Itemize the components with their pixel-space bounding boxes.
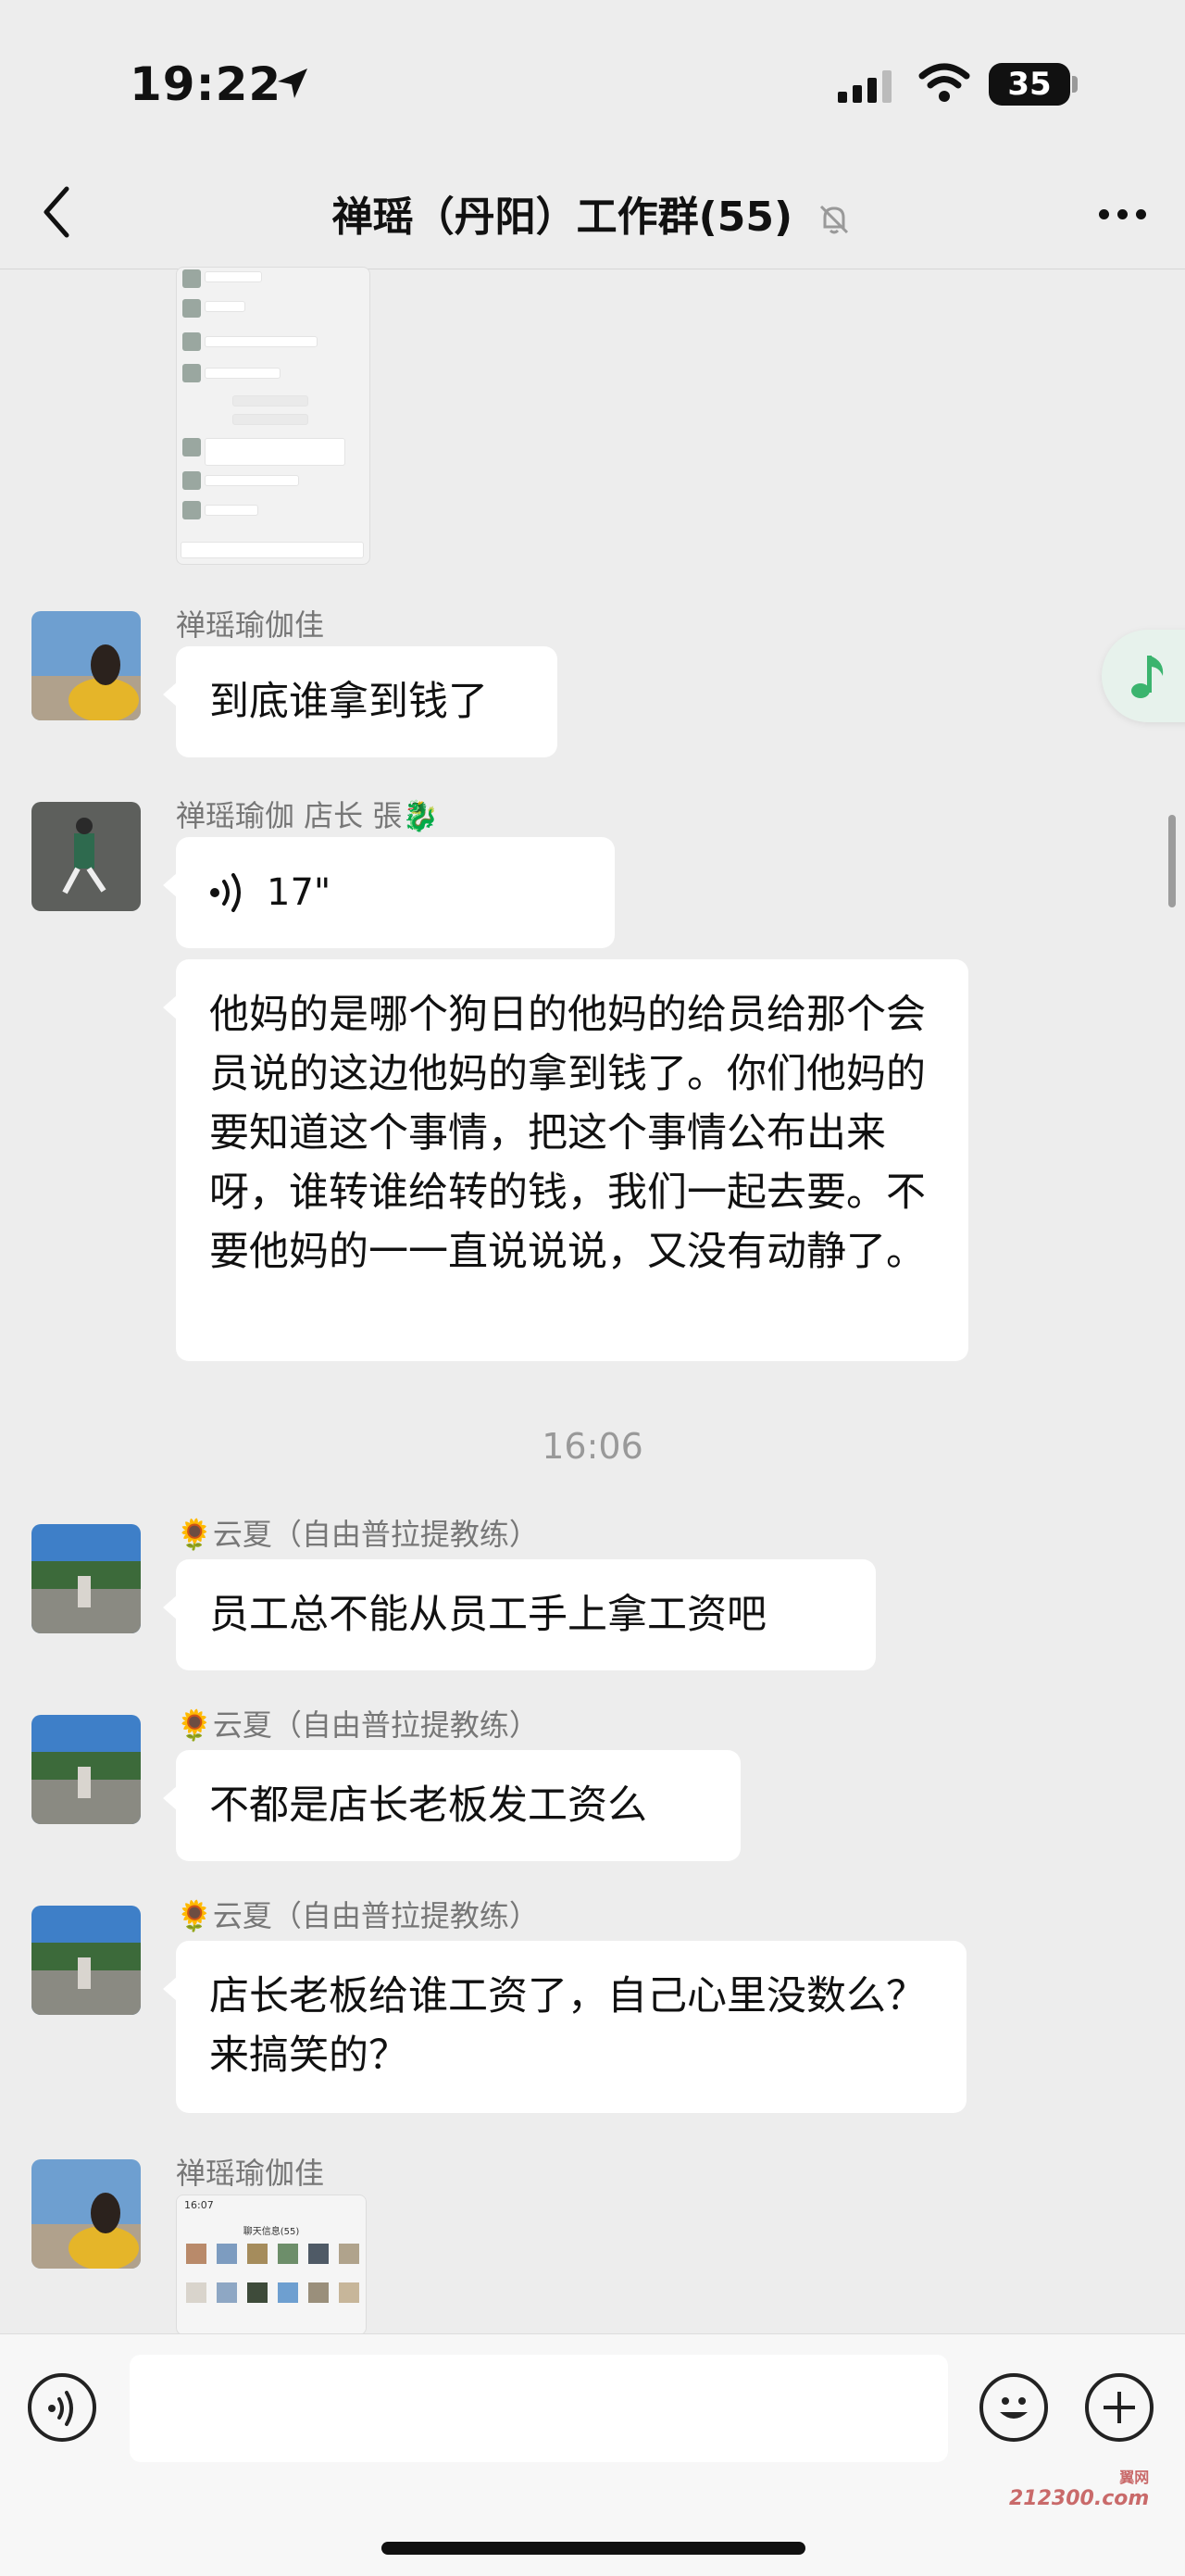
thumbnail-title: 聊天信息(55) [243,2227,300,2237]
chat-title: 禅瑶（丹阳）工作群(55) [331,194,793,241]
avatar[interactable] [31,1906,141,2015]
sender-name: 🌻云夏（自由普拉提教练） [176,1898,539,1933]
message-bubble[interactable]: 他妈的是哪个狗日的他妈的给员给那个会员说的这边他妈的拿到钱了。你们他妈的要知道这… [163,959,968,1361]
voice-input-button[interactable] [28,2373,96,2442]
battery-tip [1072,76,1078,93]
plus-icon [1104,2392,1135,2423]
voice-message[interactable]: 17" [163,837,615,948]
location-arrow-icon [278,69,307,98]
mute-bell-icon [820,205,849,234]
thumbnail-time: 16:07 [184,2199,214,2211]
sender-name: 禅瑶瑜伽佳 [176,607,325,643]
chat-header: 禅瑶（丹阳）工作群(55) [0,157,1185,269]
message-bubble[interactable]: 店长老板给谁工资了，自己心里没数么？来搞笑的？ [163,1941,967,2113]
battery-icon: 35 [989,63,1070,106]
avatar[interactable] [31,611,141,720]
more-dots-icon[interactable] [1091,206,1146,223]
emoji-button[interactable] [979,2373,1048,2442]
voice-duration: 17" [267,871,331,914]
message-bubble[interactable]: 到底谁拿到钱了 [163,646,557,757]
screenshot-thumbnail-1[interactable] [176,267,370,565]
signal-icon [838,70,892,103]
avatar[interactable] [31,1715,141,1824]
screenshot-thumbnail-2[interactable]: 16:07 聊天信息(55) [176,2195,367,2335]
input-bar [0,2333,1185,2576]
wifi-icon [918,63,970,102]
voice-wave-icon [48,2391,73,2426]
watermark: 翼网 212300.com [1009,2465,1149,2510]
chat-title-row: 禅瑶（丹阳）工作群(55) [0,183,1185,243]
music-float-button[interactable] [1102,630,1185,722]
status-time: 19:22 [130,57,282,111]
watermark-top: 翼网 [1119,2469,1150,2486]
sender-name: 禅瑶瑜伽佳 [176,2156,325,2191]
emoji-icon [1000,2397,1028,2419]
status-bar: 19:22 35 [0,0,1185,157]
avatar[interactable] [31,802,141,911]
message-bubble[interactable]: 员工总不能从员工手上拿工资吧 [163,1559,876,1670]
scrollbar[interactable] [1168,815,1176,907]
plus-button[interactable] [1085,2373,1154,2442]
watermark-bottom: 212300.com [1009,2487,1150,2510]
voice-wave-icon [210,873,241,912]
avatar[interactable] [31,1524,141,1633]
message-input[interactable] [130,2355,948,2462]
sender-name: 🌻云夏（自由普拉提教练） [176,1707,539,1743]
sender-name: 🌻云夏（自由普拉提教练） [176,1517,539,1552]
message-bubble[interactable]: 不都是店长老板发工资么 [163,1750,741,1861]
sender-name: 禅瑶瑜伽 店长 張🐉 [176,798,440,833]
chat-timestamp: 16:06 [542,1426,643,1467]
avatar[interactable] [31,2159,141,2269]
music-note-icon [1131,656,1164,698]
home-indicator [381,2542,805,2555]
